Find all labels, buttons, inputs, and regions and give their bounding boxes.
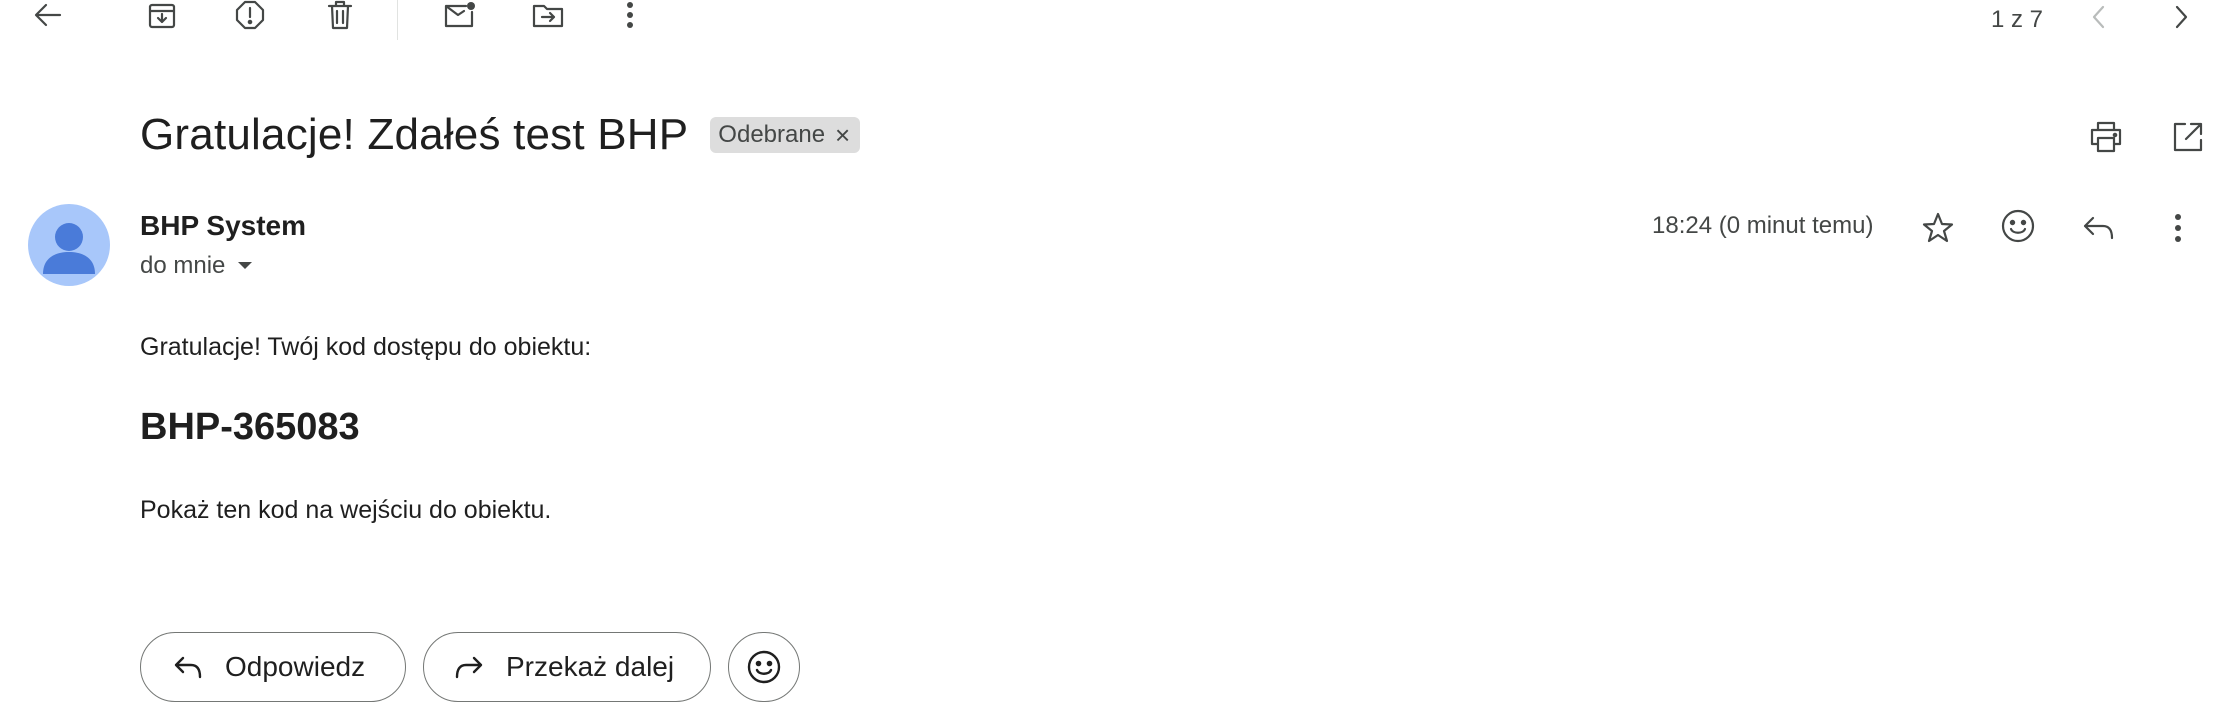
recipient-details[interactable]: do mnie: [140, 252, 253, 280]
more-vert-icon[interactable]: [616, 0, 644, 30]
reply-icon[interactable]: [2078, 208, 2118, 248]
toolbar-divider: [397, 0, 398, 40]
emoji-icon: [747, 650, 781, 684]
report-spam-icon[interactable]: [232, 0, 268, 30]
subject-row: Gratulacje! Zdałeś test BHP Odebrane ×: [140, 110, 861, 160]
email-subject: Gratulacje! Zdałeś test BHP: [140, 110, 689, 159]
access-code: BHP-365083: [140, 406, 360, 448]
forward-icon: [455, 656, 483, 679]
forward-button[interactable]: Przekaż dalej: [423, 632, 711, 702]
archive-icon[interactable]: [144, 0, 180, 30]
emoji-reaction-button[interactable]: [728, 632, 800, 702]
timestamp: 18:24 (0 minut temu): [1652, 212, 1874, 239]
sender-name[interactable]: BHP System: [140, 210, 306, 242]
avatar: [28, 204, 110, 286]
open-in-new-window-icon[interactable]: [2168, 118, 2208, 156]
chevron-right-icon[interactable]: [2166, 2, 2196, 32]
remove-label-button[interactable]: ×: [835, 122, 850, 148]
emoji-reaction-icon[interactable]: [1998, 206, 2038, 246]
mark-unread-icon[interactable]: [440, 0, 480, 30]
forward-button-label: Przekaż dalej: [506, 651, 675, 682]
recipient-label: do mnie: [140, 252, 226, 279]
back-arrow-icon[interactable]: [28, 0, 68, 30]
reply-icon: [174, 656, 202, 679]
move-to-icon[interactable]: [528, 0, 568, 30]
reply-button[interactable]: Odpowiedz: [140, 632, 406, 702]
star-icon[interactable]: [1918, 208, 1958, 248]
reply-button-label: Odpowiedz: [225, 651, 366, 682]
label-chip: Odebrane ×: [710, 117, 861, 153]
page-count: 1 z 7: [1991, 6, 2044, 33]
label-chip-text: Odebrane: [718, 121, 826, 148]
body-intro: Gratulacje! Twój kod dostępu do obiektu:: [140, 333, 592, 361]
body-instruction: Pokaż ten kod na wejściu do obiektu.: [140, 496, 552, 524]
caret-down-icon: [238, 262, 253, 269]
more-options-icon[interactable]: [2164, 208, 2192, 248]
chevron-left-icon[interactable]: [2084, 2, 2114, 32]
delete-icon[interactable]: [322, 0, 358, 30]
print-icon[interactable]: [2086, 118, 2126, 156]
